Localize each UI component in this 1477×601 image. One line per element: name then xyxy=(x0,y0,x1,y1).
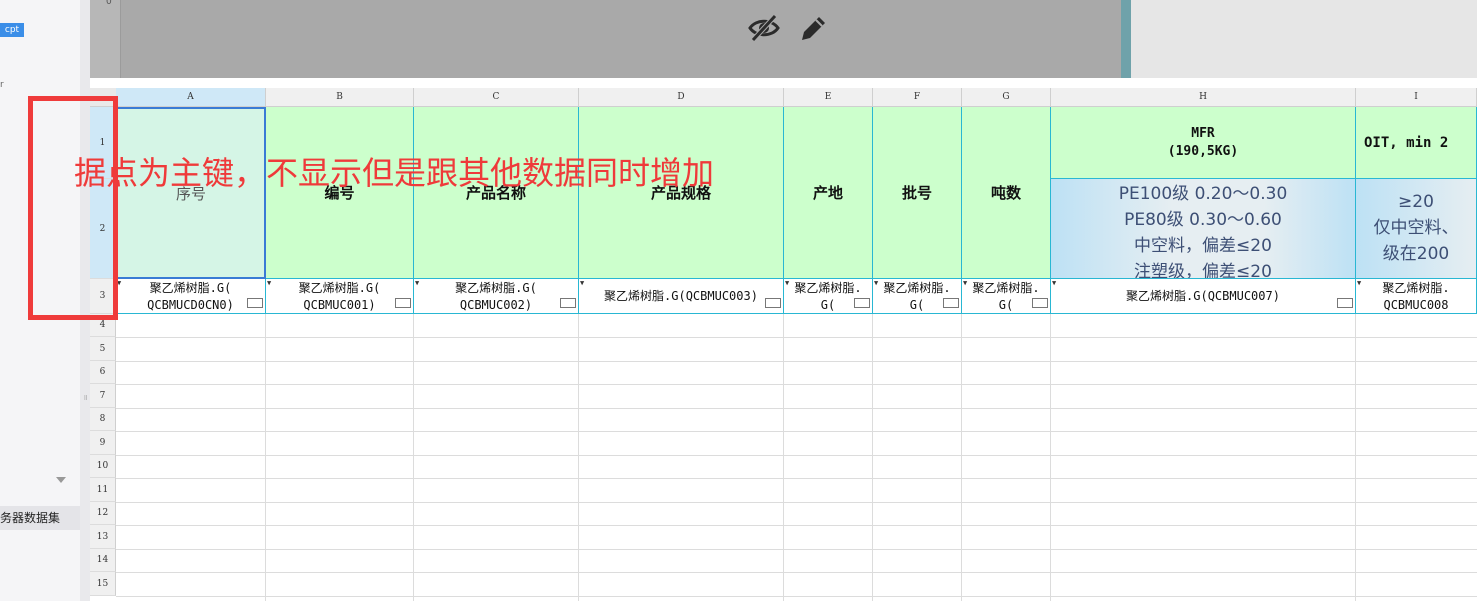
grid-line xyxy=(116,408,1477,409)
mfr-spec-line: PE80级 0.30～0.60 xyxy=(1124,210,1282,230)
expand-marker-icon: ▼ xyxy=(267,279,272,287)
cell-text: 聚乙烯树脂.G( QCBMUC002) xyxy=(455,281,537,312)
data-cell-f3[interactable]: ▼ 聚乙烯树脂. G( xyxy=(873,279,962,314)
row-header-6[interactable]: 6 xyxy=(90,361,116,384)
grid-line xyxy=(578,314,579,601)
cell-text: 聚乙烯树脂. G( xyxy=(883,281,951,312)
row-header-14[interactable]: 14 xyxy=(90,549,116,572)
row-header-9[interactable]: 9 xyxy=(90,431,116,455)
header-cell-tonnage[interactable]: 吨数 xyxy=(962,107,1051,279)
row-header-10[interactable]: 10 xyxy=(90,455,116,478)
cpt-file-tag[interactable]: cpt xyxy=(0,23,24,37)
grid-line xyxy=(961,314,962,601)
grid-line xyxy=(116,572,1477,573)
expand-marker-icon: ▼ xyxy=(874,279,879,287)
cell-expand-icon[interactable] xyxy=(1337,298,1353,308)
column-header-e[interactable]: E xyxy=(784,88,873,106)
data-cell-h3[interactable]: ▼ 聚乙烯树脂.G(QCBMUC007) xyxy=(1051,279,1356,314)
grid-line xyxy=(783,314,784,601)
grid-line xyxy=(116,549,1477,550)
column-header-c[interactable]: C xyxy=(414,88,579,106)
cell-text: 聚乙烯树脂. QCBMUC008 xyxy=(1382,281,1450,312)
data-cell-c3[interactable]: ▼ 聚乙烯树脂.G( QCBMUC002) xyxy=(414,279,579,314)
cell-expand-icon[interactable] xyxy=(560,298,576,308)
grid-line xyxy=(413,314,414,601)
expand-marker-icon: ▼ xyxy=(1357,279,1362,287)
row-header-8[interactable]: 8 xyxy=(90,408,116,431)
grid-line xyxy=(872,314,873,601)
tree-glyph: r xyxy=(0,80,4,90)
data-cell-a3[interactable]: ▼ 聚乙烯树脂.G( QCBMUCD0CN0) xyxy=(116,279,266,314)
grid-line xyxy=(116,502,1477,503)
ruler-label: 0 xyxy=(106,0,112,7)
annotation-highlight-box xyxy=(28,96,118,320)
column-header-d[interactable]: D xyxy=(579,88,784,106)
expand-marker-icon: ▼ xyxy=(580,279,585,287)
header-cell-mfr-spec[interactable]: PE100级 0.20～0.30 PE80级 0.30～0.60 中空料，偏差≤… xyxy=(1051,179,1356,279)
cell-expand-icon[interactable] xyxy=(247,298,263,308)
widget-preview-area: 0 xyxy=(90,0,1477,78)
row-header-7[interactable]: 7 xyxy=(90,384,116,408)
cell-text: 聚乙烯树脂.G(QCBMUC003) xyxy=(604,289,758,303)
grid-line xyxy=(116,384,1477,385)
cell-expand-icon[interactable] xyxy=(395,298,411,308)
data-cell-d3[interactable]: ▼ 聚乙烯树脂.G(QCBMUC003) xyxy=(579,279,784,314)
data-cell-b3[interactable]: ▼ 聚乙烯树脂.G( QCBMUC001) xyxy=(266,279,414,314)
cell-expand-icon[interactable] xyxy=(854,298,870,308)
cell-text: 聚乙烯树脂.G( QCBMUC001) xyxy=(298,281,381,312)
grid-line xyxy=(265,314,266,601)
mfr-spec-line: PE100级 0.20～0.30 xyxy=(1118,184,1288,204)
preview-ruler: 0 xyxy=(90,0,121,78)
row-header-15[interactable]: 15 xyxy=(90,572,116,596)
column-header-f[interactable]: F xyxy=(873,88,962,106)
annotation-text: 据点为主键，不显示但是跟其他数据同时增加 xyxy=(74,154,715,192)
expand-marker-icon: ▼ xyxy=(415,279,420,287)
mfr-spec-line: 中空料，偏差≤20 xyxy=(1134,236,1272,256)
row-header-5[interactable]: 5 xyxy=(90,337,116,361)
cell-expand-icon[interactable] xyxy=(1032,298,1048,308)
header-cell-oit-spec[interactable]: ≥20 仅中空料、 级在200 xyxy=(1356,179,1477,279)
grid-line xyxy=(1050,314,1051,601)
collapse-arrow-icon[interactable] xyxy=(56,477,66,483)
server-dataset-item[interactable]: 务器数据集 xyxy=(0,506,80,530)
column-header-g[interactable]: G xyxy=(962,88,1051,106)
grid-line xyxy=(116,455,1477,456)
eye-slash-icon[interactable] xyxy=(747,12,781,44)
widget-preview-canvas: 0 xyxy=(90,0,1121,78)
data-cell-g3[interactable]: ▼ 聚乙烯树脂. G( xyxy=(962,279,1051,314)
cell-text: 聚乙烯树脂.G( QCBMUCD0CN0) xyxy=(147,281,234,312)
preview-scroll-bar[interactable] xyxy=(1121,0,1131,78)
cell-text: 聚乙烯树脂. G( xyxy=(972,281,1040,312)
column-header-b[interactable]: B xyxy=(266,88,414,106)
grid-line xyxy=(116,525,1477,526)
expand-marker-icon: ▼ xyxy=(1052,279,1057,287)
cell-expand-icon[interactable] xyxy=(943,298,959,308)
grid-line xyxy=(1355,314,1356,601)
expand-marker-icon: ▼ xyxy=(785,279,790,287)
grid-line xyxy=(116,337,1477,338)
pencil-icon[interactable] xyxy=(798,12,828,44)
grid-line xyxy=(116,361,1477,362)
mfr-spec-line: 注塑级，偏差≤20 xyxy=(1134,262,1272,279)
grid-line xyxy=(116,596,1477,597)
header-cell-origin[interactable]: 产地 xyxy=(784,107,873,279)
cell-expand-icon[interactable] xyxy=(765,298,781,308)
grid-line xyxy=(116,478,1477,479)
grid-line xyxy=(116,431,1477,432)
column-header-h[interactable]: H xyxy=(1051,88,1356,106)
row-header-13[interactable]: 13 xyxy=(90,525,116,549)
column-header-a[interactable]: A xyxy=(116,88,266,106)
data-cell-i3[interactable]: ▼ 聚乙烯树脂. QCBMUC008 xyxy=(1356,279,1477,314)
header-cell-mfr[interactable]: MFR (190,5KG) xyxy=(1051,107,1356,179)
header-cell-batch[interactable]: 批号 xyxy=(873,107,962,279)
row-header-11[interactable]: 11 xyxy=(90,478,116,502)
cell-text: 聚乙烯树脂.G(QCBMUC007) xyxy=(1126,289,1280,303)
column-header-i[interactable]: I xyxy=(1356,88,1477,106)
data-cell-e3[interactable]: ▼ 聚乙烯树脂. G( xyxy=(784,279,873,314)
cell-text: 聚乙烯树脂. G( xyxy=(794,281,862,312)
row-header-12[interactable]: 12 xyxy=(90,502,116,525)
splitter-grip-icon[interactable]: ॥ xyxy=(83,392,88,403)
header-cell-oit[interactable]: OIT, min 2 xyxy=(1356,107,1477,179)
expand-marker-icon: ▼ xyxy=(963,279,968,287)
